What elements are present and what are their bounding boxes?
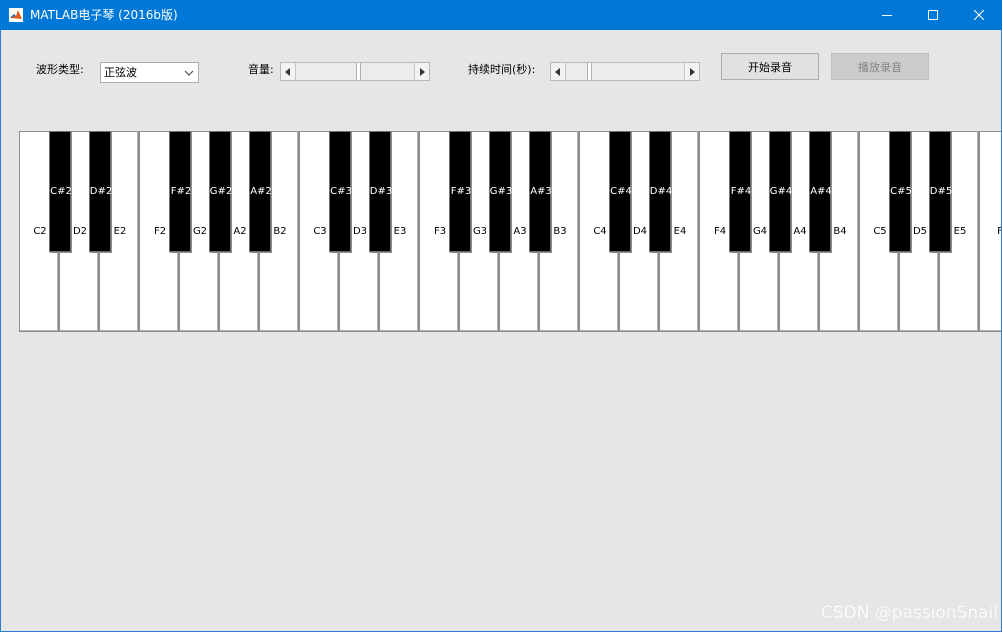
watermark: CSDN @passionSnail bbox=[820, 603, 998, 623]
black-key-label: C#2 bbox=[50, 186, 72, 197]
volume-decrease-button[interactable] bbox=[281, 63, 296, 80]
black-key-label: C#5 bbox=[890, 186, 912, 197]
black-key[interactable]: D#3 bbox=[369, 131, 392, 252]
duration-decrease-button[interactable] bbox=[551, 63, 566, 80]
white-key-label: F bbox=[997, 226, 1002, 237]
arrow-right-icon bbox=[420, 67, 425, 76]
arrow-left-icon bbox=[555, 67, 560, 76]
black-key[interactable]: C#4 bbox=[609, 131, 632, 252]
black-key-label: D#5 bbox=[929, 186, 953, 197]
black-key[interactable]: C#5 bbox=[889, 131, 912, 252]
maximize-button[interactable] bbox=[910, 0, 956, 30]
black-key[interactable]: C#3 bbox=[329, 131, 352, 252]
black-key[interactable]: G#4 bbox=[769, 131, 792, 252]
volume-thumb[interactable] bbox=[355, 63, 361, 80]
duration-track[interactable] bbox=[566, 63, 684, 80]
black-key-label: G#3 bbox=[489, 186, 513, 197]
minimize-button[interactable] bbox=[864, 0, 910, 30]
black-key[interactable]: F#3 bbox=[449, 131, 471, 252]
black-key-label: D#2 bbox=[89, 186, 113, 197]
black-key-label: A#3 bbox=[530, 186, 552, 197]
black-key-label: C#4 bbox=[610, 186, 632, 197]
title-bar: MATLAB电子琴 (2016b版) bbox=[0, 0, 1002, 30]
close-icon bbox=[974, 10, 984, 20]
volume-increase-button[interactable] bbox=[414, 63, 429, 80]
black-key-label: A#4 bbox=[810, 186, 832, 197]
black-key-label: F#4 bbox=[730, 186, 752, 197]
duration-increase-button[interactable] bbox=[684, 63, 699, 80]
black-key[interactable]: A#3 bbox=[529, 131, 552, 252]
black-key-label: D#3 bbox=[369, 186, 393, 197]
white-key[interactable]: F bbox=[979, 131, 1002, 332]
black-key[interactable]: G#3 bbox=[489, 131, 512, 252]
black-key-label: A#2 bbox=[250, 186, 272, 197]
waveform-value: 正弦波 bbox=[104, 66, 137, 79]
arrow-right-icon bbox=[690, 67, 695, 76]
black-key[interactable]: G#2 bbox=[209, 131, 232, 252]
duration-slider[interactable] bbox=[550, 62, 700, 81]
maximize-icon bbox=[928, 10, 938, 20]
waveform-dropdown[interactable]: 正弦波 bbox=[100, 62, 199, 83]
black-key-label: C#3 bbox=[330, 186, 352, 197]
black-key[interactable]: D#5 bbox=[929, 131, 952, 252]
black-key-label: G#4 bbox=[769, 186, 793, 197]
arrow-left-icon bbox=[285, 67, 290, 76]
matlab-icon bbox=[9, 8, 23, 22]
black-key-label: F#3 bbox=[450, 186, 472, 197]
duration-label: 持续时间(秒): bbox=[468, 63, 536, 76]
waveform-label: 波形类型: bbox=[36, 63, 84, 76]
black-key[interactable]: D#2 bbox=[89, 131, 112, 252]
black-key[interactable]: C#2 bbox=[49, 131, 72, 252]
start-recording-button[interactable]: 开始录音 bbox=[721, 53, 819, 80]
chevron-down-icon bbox=[184, 70, 194, 76]
black-key[interactable]: D#4 bbox=[649, 131, 672, 252]
black-key[interactable]: A#2 bbox=[249, 131, 272, 252]
black-key[interactable]: A#4 bbox=[809, 131, 832, 252]
black-key-label: D#4 bbox=[649, 186, 673, 197]
duration-thumb[interactable] bbox=[586, 63, 592, 80]
play-recording-button[interactable]: 播放录音 bbox=[831, 53, 929, 80]
black-key[interactable]: F#2 bbox=[169, 131, 191, 252]
close-button[interactable] bbox=[956, 0, 1002, 30]
piano-keyboard: C2 D2 E2 F2 G2 A2 B2 C3 D3 E3 F3 G3 A3 B3 C4 D4 E4 F4 G4 A4… bbox=[19, 131, 1002, 332]
black-key[interactable]: F#4 bbox=[729, 131, 751, 252]
black-key-label: F#2 bbox=[170, 186, 192, 197]
volume-slider[interactable] bbox=[280, 62, 430, 81]
minimize-icon bbox=[882, 15, 892, 16]
black-key-label: G#2 bbox=[209, 186, 233, 197]
volume-track[interactable] bbox=[296, 63, 414, 80]
volume-label: 音量: bbox=[248, 63, 274, 76]
window-title: MATLAB电子琴 (2016b版) bbox=[30, 8, 178, 22]
